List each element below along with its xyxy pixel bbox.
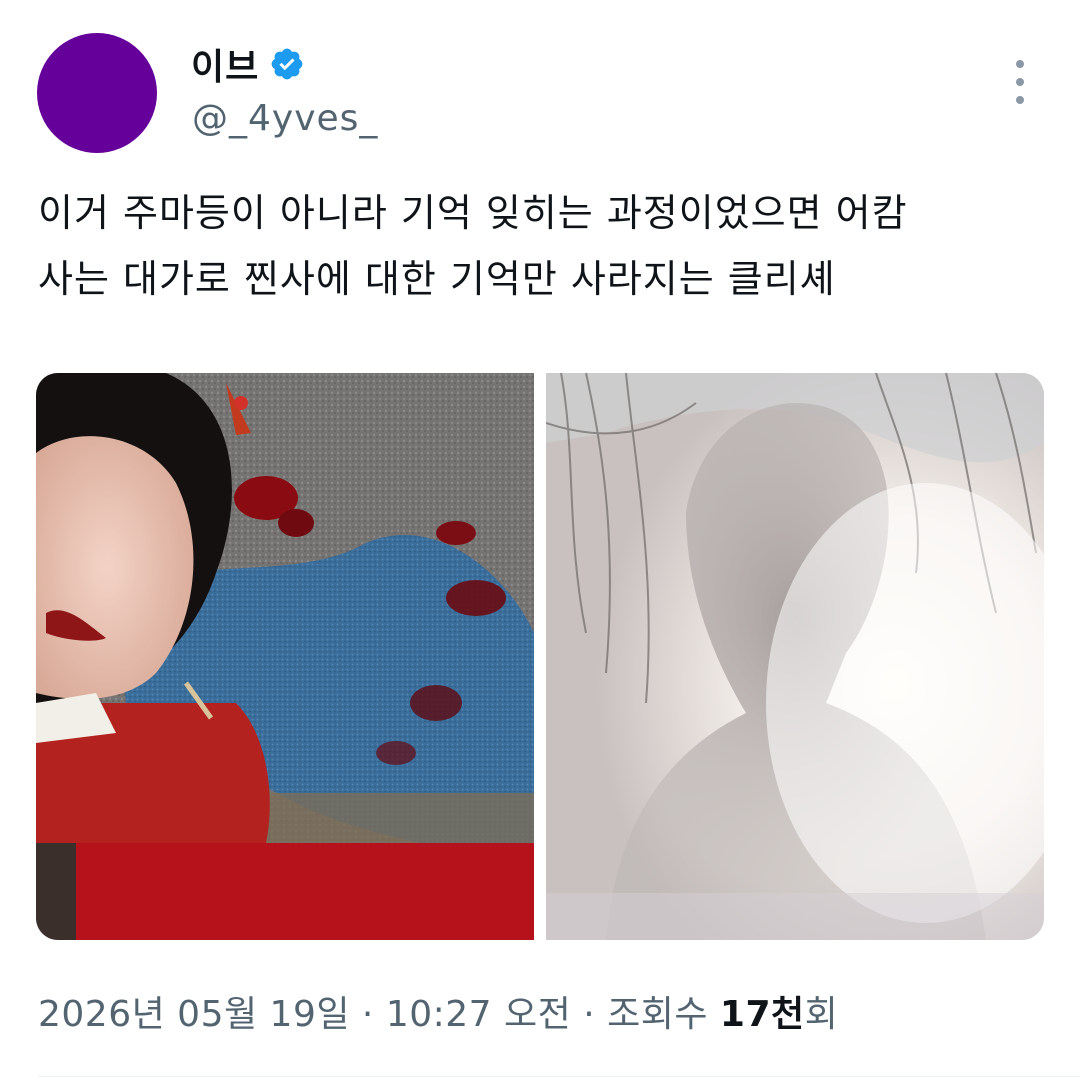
tweet-meta: 2026년 05월 19일 · 10:27 오전 · 조회수 17천회 xyxy=(38,985,838,1037)
media-photo-2[interactable] xyxy=(546,373,1044,940)
views-suffix: 회 xyxy=(804,994,839,1035)
media-grid xyxy=(36,373,1044,940)
views-count[interactable]: 17천 xyxy=(720,994,805,1035)
media-photo-1[interactable] xyxy=(36,373,534,940)
user-handle[interactable]: @_4yves_ xyxy=(192,98,378,139)
tweet-date[interactable]: 2026년 05월 19일 xyxy=(38,994,350,1035)
author-name-row[interactable]: 이브 xyxy=(191,40,305,88)
divider xyxy=(38,1076,1080,1077)
tweet-text-line-1: 이거 주마등이 아니라 기억 잊히는 과정이었으면 어캄 xyxy=(38,191,908,235)
tweet-time[interactable]: 10:27 오전 xyxy=(386,994,571,1035)
display-name[interactable]: 이브 xyxy=(191,38,259,90)
avatar[interactable] xyxy=(37,33,157,153)
verified-badge-icon xyxy=(269,46,305,82)
views-label: 조회수 xyxy=(607,994,720,1035)
meta-separator: · xyxy=(571,994,608,1035)
meta-separator: · xyxy=(349,994,386,1035)
tweet-text-line-2: 사는 대가로 찐사에 대한 기억만 사라지는 클리셰 xyxy=(38,257,836,301)
more-options-icon[interactable] xyxy=(1004,60,1036,104)
tweet-text: 이거 주마등이 아니라 기억 잊히는 과정이었으면 어캄 사는 대가로 찐사에 … xyxy=(38,180,1048,312)
